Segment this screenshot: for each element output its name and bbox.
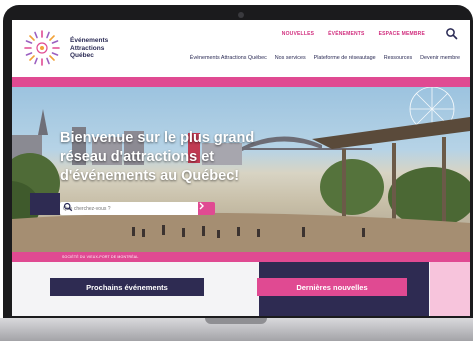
link-nouvelles[interactable]: NOUVELLES — [282, 31, 314, 37]
photo-credit-text: SOCIÉTÉ DU VIEUX-PORT DE MONTRÉAL — [62, 254, 139, 259]
sunburst-logo-icon[interactable] — [22, 28, 62, 68]
search-icon — [63, 202, 73, 212]
link-espace-membre[interactable]: ESPACE MEMBRE — [379, 31, 425, 37]
news-accent-panel — [430, 262, 470, 316]
hero-banner: Bienvenue sur le plus grand réseau d'att… — [12, 87, 470, 252]
nav-item-services[interactable]: Nos services — [275, 55, 306, 61]
upcoming-events-button[interactable]: Prochains événements — [50, 278, 204, 296]
main-navigation: Événements Attractions Québec Nos servic… — [190, 55, 460, 61]
logo-line-1: Événements — [70, 37, 109, 44]
logo-line-3: Québec — [70, 52, 94, 59]
header-accent-band — [12, 77, 470, 87]
hero-headline: Bienvenue sur le plus grand réseau d'att… — [60, 130, 255, 184]
nav-item-reseautage[interactable]: Plateforme de réseautage — [314, 55, 376, 61]
link-evenements[interactable]: ÉVÉNEMENTS — [328, 31, 364, 37]
hero-search-bar — [60, 202, 213, 215]
utility-links: NOUVELLES ÉVÉNEMENTS ESPACE MEMBRE — [282, 31, 425, 37]
nav-item-devenir-membre[interactable]: Devenir membre — [420, 55, 460, 61]
search-icon[interactable] — [445, 27, 458, 40]
search-submit-button[interactable] — [198, 202, 215, 215]
nav-item-eaq[interactable]: Événements Attractions Québec — [190, 55, 267, 61]
latest-news-button[interactable]: Dernières nouvelles — [257, 278, 407, 296]
site-header: Événements Attractions Québec NOUVELLES … — [12, 20, 470, 77]
webcam-icon — [238, 12, 244, 18]
logo-wordmark[interactable]: Événements Attractions Québec — [70, 37, 108, 60]
photo-credit-strip: SOCIÉTÉ DU VIEUX-PORT DE MONTRÉAL — [12, 252, 470, 262]
chevron-right-icon — [199, 202, 204, 210]
hero-search-input[interactable] — [60, 203, 178, 214]
laptop-hinge-notch — [205, 318, 267, 324]
logo-line-2: Attractions — [70, 44, 105, 52]
browser-viewport: Événements Attractions Québec NOUVELLES … — [12, 20, 470, 316]
nav-item-ressources[interactable]: Ressources — [384, 55, 412, 61]
